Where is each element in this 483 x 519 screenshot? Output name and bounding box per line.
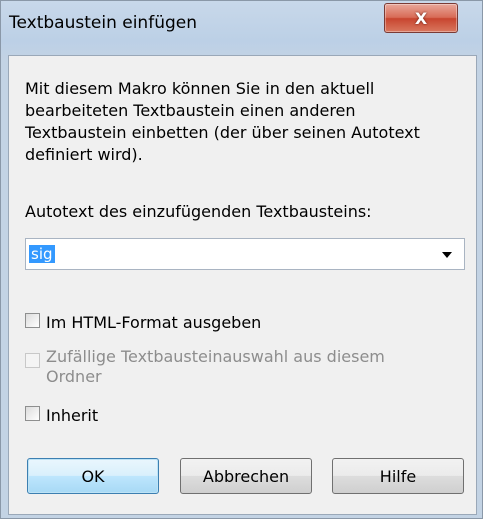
window-title: Textbaustein einfügen (9, 13, 197, 33)
dialog-body: Mit diesem Makro können Sie in den aktue… (8, 55, 477, 515)
title-bar[interactable]: Textbaustein einfügen X (1, 1, 482, 53)
autotext-value[interactable]: sig (29, 245, 55, 263)
inherit-checkbox-box[interactable] (25, 406, 40, 421)
random-selection-checkbox[interactable]: Zufällige Textbausteinauswahl aus diesem… (25, 347, 405, 387)
random-selection-checkbox-box[interactable] (25, 353, 40, 368)
html-format-checkbox-box[interactable] (25, 313, 40, 328)
html-format-checkbox[interactable]: Im HTML-Format ausgeben (25, 313, 261, 332)
ok-button[interactable]: OK (27, 458, 159, 494)
autotext-combobox[interactable]: sig (25, 238, 465, 270)
help-button[interactable]: Hilfe (332, 458, 464, 494)
inherit-checkbox[interactable]: Inherit (25, 406, 98, 425)
close-button[interactable]: X (384, 3, 458, 33)
close-icon: X (414, 8, 428, 28)
cancel-button[interactable]: Abbrechen (180, 458, 312, 494)
autotext-label: Autotext des einzufügenden Textbausteins… (25, 202, 372, 221)
inherit-checkbox-label[interactable]: Inherit (46, 406, 98, 425)
description-text: Mit diesem Makro können Sie in den aktue… (25, 79, 420, 164)
dialog-window: Textbaustein einfügen X Mit diesem Makro… (0, 0, 483, 519)
html-format-checkbox-label[interactable]: Im HTML-Format ausgeben (46, 313, 261, 332)
random-selection-checkbox-label[interactable]: Zufällige Textbausteinauswahl aus diesem… (46, 347, 405, 387)
dropdown-arrow-icon[interactable] (442, 252, 452, 258)
